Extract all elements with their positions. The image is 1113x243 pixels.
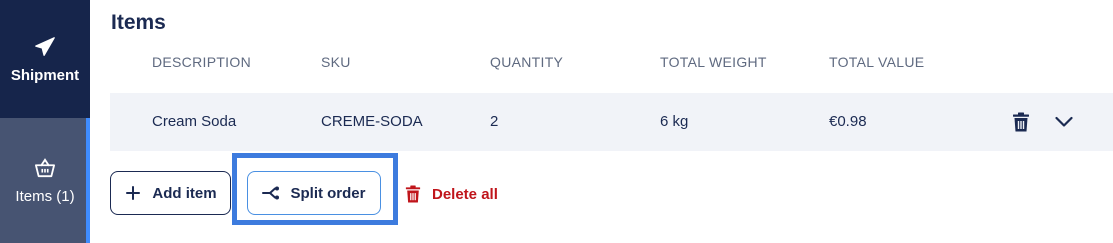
sidebar-item-items[interactable]: Items (1) <box>0 118 90 243</box>
add-item-button[interactable]: Add item <box>110 171 231 215</box>
cell-description: Cream Soda <box>152 113 237 130</box>
paper-plane-icon <box>33 35 57 59</box>
split-icon <box>262 184 280 202</box>
column-header-total-value: TOTAL VALUE <box>829 54 925 70</box>
column-header-quantity: QUANTITY <box>490 54 564 70</box>
sidebar-item-label: Shipment <box>10 66 80 84</box>
cell-quantity: 2 <box>490 113 499 130</box>
trash-icon[interactable] <box>1009 110 1033 134</box>
table-row[interactable]: Cream Soda CREME-SODA 2 6 kg €0.98 <box>110 93 1113 151</box>
split-order-button[interactable]: Split order <box>247 171 381 215</box>
column-header-sku: SKU <box>321 54 351 70</box>
sidebar: Shipment Items (1) <box>0 0 90 243</box>
column-header-description: DESCRIPTION <box>152 54 251 70</box>
column-header-total-weight: TOTAL WEIGHT <box>660 54 767 70</box>
cell-total-weight: 6 kg <box>660 113 689 130</box>
page-title: Items <box>111 11 166 34</box>
sidebar-item-shipment[interactable]: Shipment <box>0 0 90 118</box>
plus-icon <box>124 184 142 202</box>
sidebar-item-label: Items (1) <box>15 188 75 205</box>
cell-total-value: €0.98 <box>829 113 867 130</box>
table-header: DESCRIPTION SKU QUANTITY TOTAL WEIGHT TO… <box>110 54 1113 76</box>
delete-all-button[interactable]: Delete all <box>404 183 498 205</box>
split-order-label: Split order <box>290 184 366 202</box>
trash-icon <box>404 185 422 203</box>
cell-sku: CREME-SODA <box>321 113 423 130</box>
delete-all-label: Delete all <box>432 185 498 203</box>
basket-icon <box>33 156 57 180</box>
main-content: Items DESCRIPTION SKU QUANTITY TOTAL WEI… <box>90 0 1113 243</box>
add-item-label: Add item <box>152 184 217 202</box>
chevron-down-icon[interactable] <box>1052 110 1076 134</box>
